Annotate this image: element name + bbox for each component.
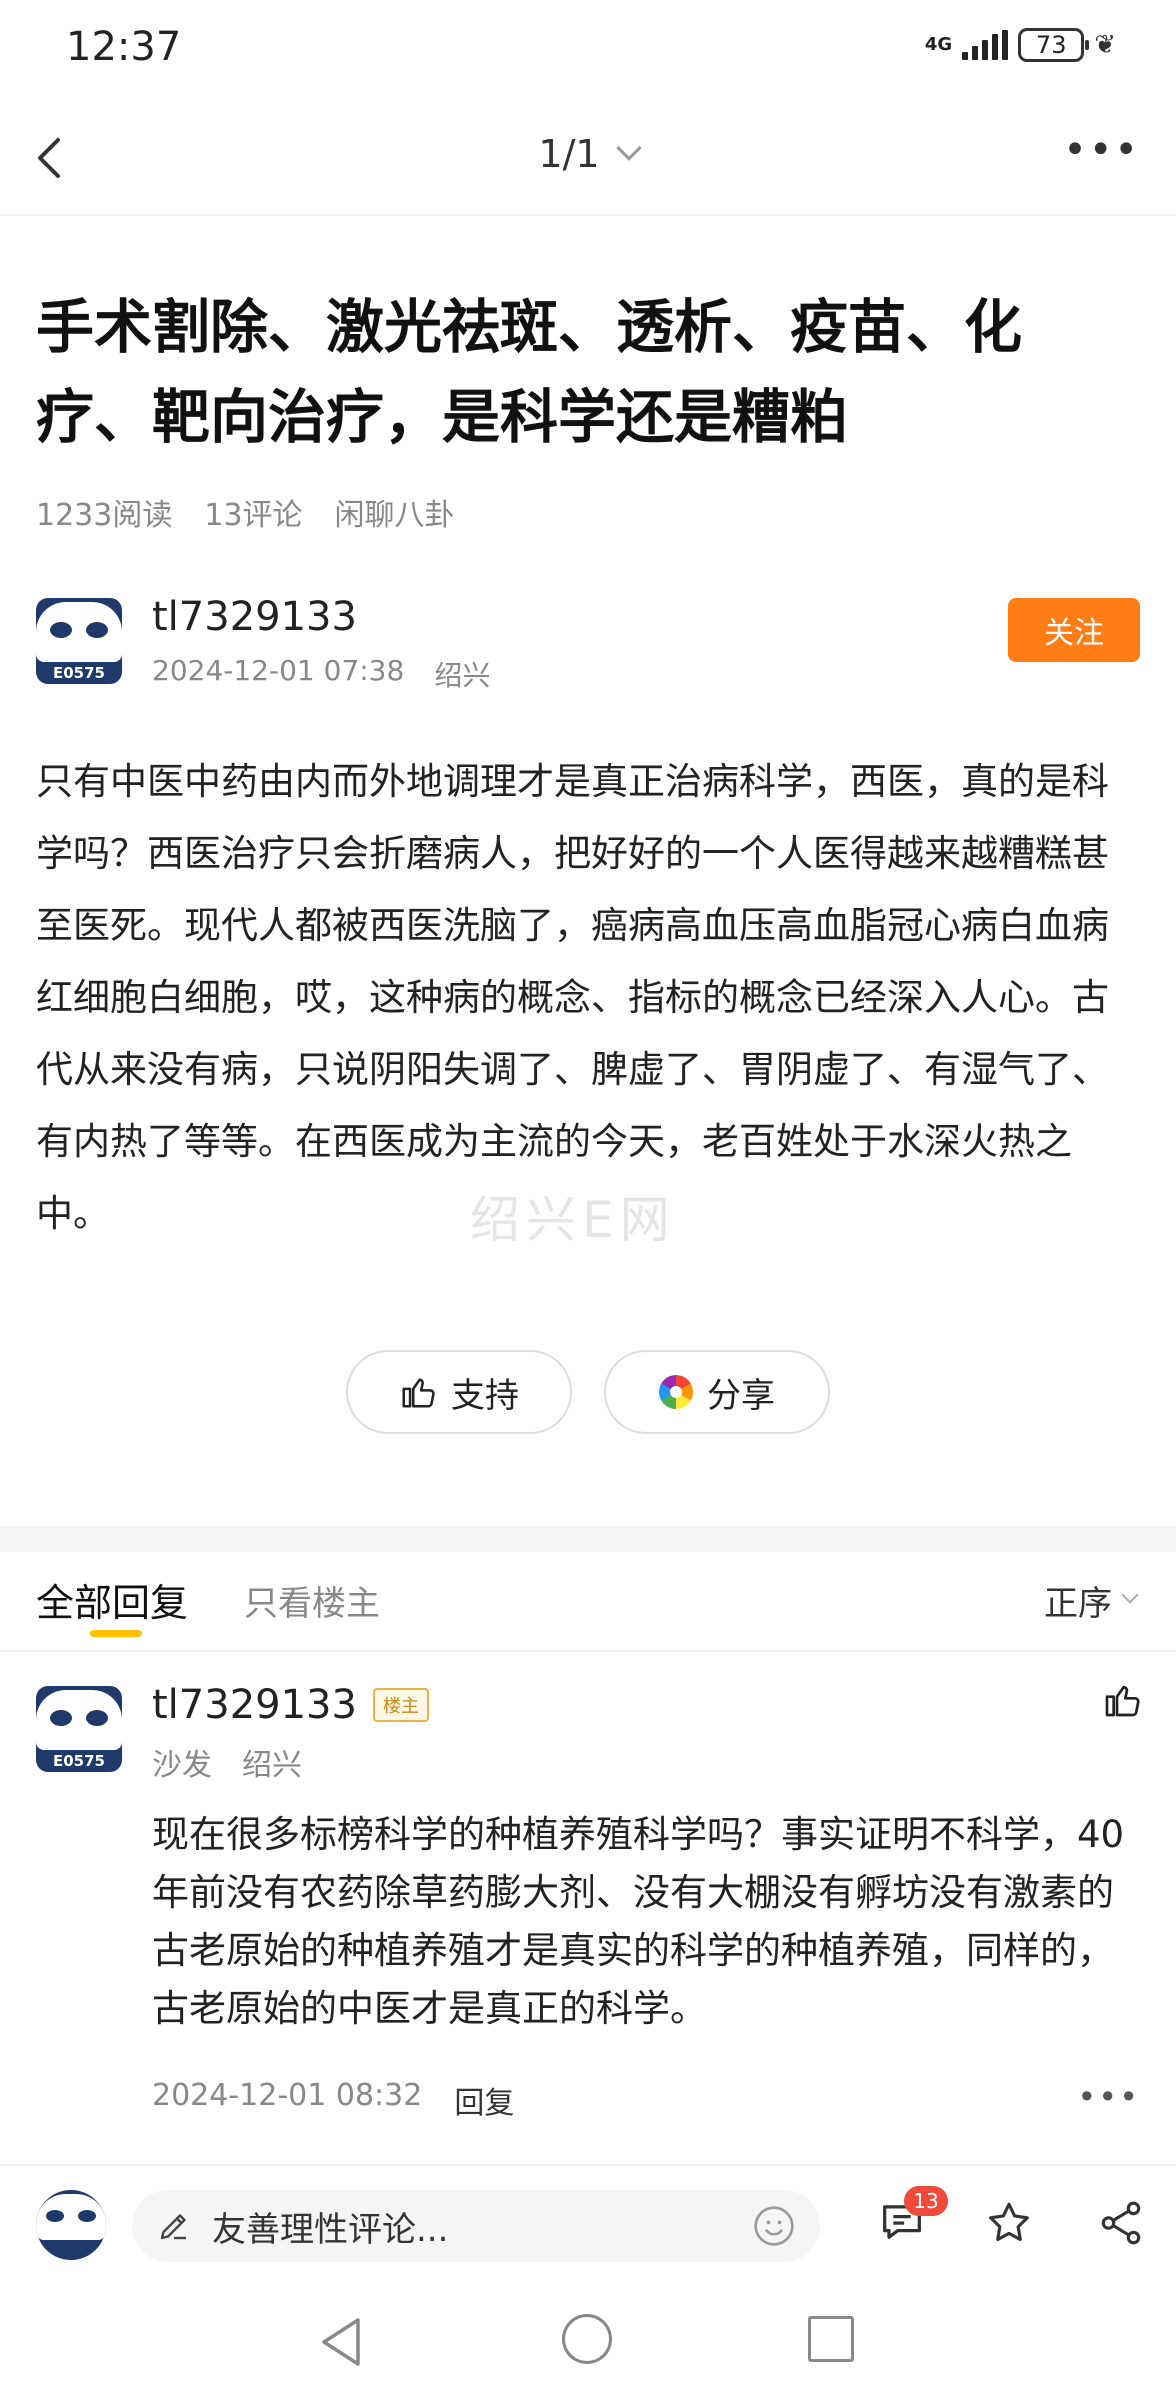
more-icon: ••• (1063, 127, 1140, 173)
author-name[interactable]: tl7329133 (152, 594, 357, 640)
thumbs-up-icon (1105, 1685, 1140, 1717)
page-selector[interactable]: 1/1 (0, 132, 1176, 176)
comment-meta: 沙发 绍兴 (152, 1740, 302, 1784)
star-icon (989, 2202, 1029, 2242)
comment-location: 绍兴 (242, 1748, 302, 1783)
share-nodes-icon (1101, 2201, 1141, 2245)
chevron-down-icon (1121, 1586, 1139, 1603)
thumbs-up-icon (402, 1378, 435, 1408)
section-divider (0, 1526, 1176, 1552)
read-count: 1233阅读 (36, 498, 173, 533)
chevron-down-icon (615, 135, 642, 161)
tab-host-only[interactable]: 只看楼主 (244, 1576, 380, 1625)
watermark: 绍兴E网 (470, 1191, 676, 1249)
comment-footer: 2024-12-01 08:32 回复 (152, 2078, 514, 2122)
active-tab-indicator (90, 1630, 142, 1637)
author-avatar[interactable]: E0575 (36, 598, 122, 684)
pen-icon (160, 2214, 186, 2240)
network-label: 4G (924, 34, 953, 55)
sort-selector[interactable]: 正序 (1044, 1576, 1139, 1625)
my-avatar[interactable] (36, 2190, 106, 2260)
post-date: 2024-12-01 07:38 (152, 654, 405, 687)
bottom-bar-divider (0, 2164, 1176, 2166)
commenter-name[interactable]: tl7329133 (152, 1682, 357, 1728)
favorite-button[interactable] (984, 2198, 1034, 2252)
support-label: 支持 (451, 1375, 519, 1416)
triangle-back-icon (322, 2318, 360, 2366)
system-recents-button[interactable] (808, 2316, 854, 2362)
post-meta: 1233阅读 13评论 闲聊八卦 (36, 490, 455, 534)
comment-input[interactable]: 友善理性评论... (132, 2190, 820, 2262)
signal-icon (962, 30, 1009, 60)
post-title: 手术割除、激光祛斑、透析、疫苗、化疗、靶向治疗，是科学还是糟粕 (36, 293, 1023, 451)
host-badge: 楼主 (372, 1688, 429, 1722)
author-location: 绍兴 (434, 659, 491, 692)
avatar-logo-text: E0575 (53, 664, 105, 682)
share-post-button[interactable] (1096, 2198, 1146, 2252)
comment-floor: 沙发 (152, 1748, 212, 1783)
emoji-icon[interactable] (752, 2204, 796, 2248)
commenter-name-row: tl7329133 楼主 (152, 1682, 429, 1728)
commenter-avatar[interactable]: E0575 (36, 1686, 122, 1772)
reply-button[interactable]: 回复 (454, 2078, 514, 2122)
battery-icon: 73 (1018, 28, 1090, 62)
comment-more-button[interactable]: ••• (1077, 2078, 1140, 2116)
comments-divider (0, 1650, 1176, 1652)
share-label: 分享 (707, 1375, 775, 1416)
sort-label: 正序 (1044, 1584, 1112, 1624)
more-icon: ••• (1077, 2078, 1140, 2116)
comment-count-badge: 13 (904, 2186, 948, 2216)
support-button[interactable]: 支持 (346, 1350, 572, 1434)
comment-like-button[interactable] (1102, 1680, 1142, 1724)
avatar-logo-text: E0575 (53, 1752, 105, 1770)
author-info: 2024-12-01 07:38 绍兴 (152, 654, 490, 694)
leaf-icon: ❦ (1094, 30, 1116, 60)
status-time: 12:37 (66, 24, 182, 70)
post-body: 只有中医中药由内而外地调理才是真正治病科学，西医，真的是科学吗？西医治疗只会折磨… (36, 760, 1109, 1235)
system-back-button[interactable] (318, 2316, 364, 2372)
tab-all-replies[interactable]: 全部回复 (36, 1572, 188, 1627)
more-button[interactable]: ••• (1063, 130, 1140, 170)
status-indicators: 4G 73 ❦ (925, 28, 1116, 62)
system-home-button[interactable] (562, 2314, 612, 2364)
share-button[interactable]: 分享 (604, 1350, 830, 1434)
category-link[interactable]: 闲聊八卦 (335, 490, 455, 534)
comment-input-placeholder: 友善理性评论... (212, 2209, 449, 2250)
comment-count: 13评论 (204, 498, 303, 533)
follow-button[interactable]: 关注 (1008, 598, 1140, 662)
comment-text: 现在很多标榜科学的种植养殖科学吗？事实证明不科学，40年前没有农药除草药膨大剂、… (152, 1813, 1125, 2030)
nav-divider (0, 214, 1176, 216)
battery-level: 73 (1035, 31, 1067, 59)
comment-date: 2024-12-01 08:32 (152, 2078, 423, 2113)
share-icon (659, 1375, 693, 1409)
page-indicator: 1/1 (538, 132, 600, 176)
